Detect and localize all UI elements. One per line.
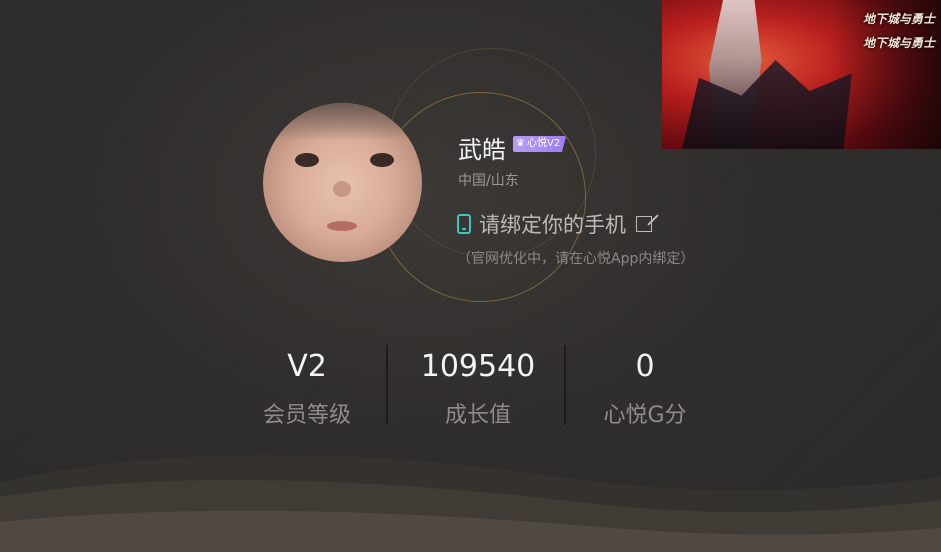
stat-label: 会员等级 [262, 403, 351, 428]
bind-phone-link[interactable]: 请绑定你的手机 [457, 209, 652, 239]
stat-growth-value: 109540 成长值 [393, 345, 563, 429]
stat-divider [386, 345, 388, 425]
user-location: 中国/山东 [458, 173, 519, 189]
stat-label: 心悦G分 [603, 403, 687, 428]
stat-value: V2 [287, 349, 327, 384]
banner-characters-group [682, 60, 852, 149]
bind-phone-label[interactable]: 请绑定你的手机 [479, 209, 626, 239]
stat-value: 0 [635, 349, 655, 384]
decorative-wave [0, 454, 941, 552]
crown-icon: ♛ [516, 138, 525, 149]
avatar-mouth [327, 221, 357, 231]
bind-phone-note: （官网优化中，请在心悦App内绑定） [457, 251, 695, 267]
stat-label: 成长值 [444, 403, 511, 428]
avatar-hair [263, 103, 422, 141]
user-name: 武皓 [458, 136, 506, 164]
stat-value: 109540 [420, 349, 536, 384]
phone-icon [457, 214, 471, 234]
avatar-eye-left [295, 153, 319, 167]
avatar[interactable] [263, 103, 422, 262]
vip-level-badge: ♛ 心悦V2 [513, 136, 567, 152]
avatar-eye-right [370, 153, 394, 167]
edit-icon[interactable] [636, 216, 652, 232]
vip-level-badge-label: 心悦V2 [527, 138, 561, 149]
game-logo: 地下城与勇士 [862, 12, 935, 26]
member-stats: V2 会员等级 109540 成长值 0 心悦G分 [230, 345, 730, 435]
game-promo-banner[interactable]: 地下城与勇士 地下城与勇士 [662, 0, 941, 149]
stat-member-level: V2 会员等级 [222, 345, 392, 429]
game-logo: 地下城与勇士 [862, 36, 935, 50]
avatar-nose [333, 181, 351, 197]
stat-g-points: 0 心悦G分 [560, 345, 730, 429]
